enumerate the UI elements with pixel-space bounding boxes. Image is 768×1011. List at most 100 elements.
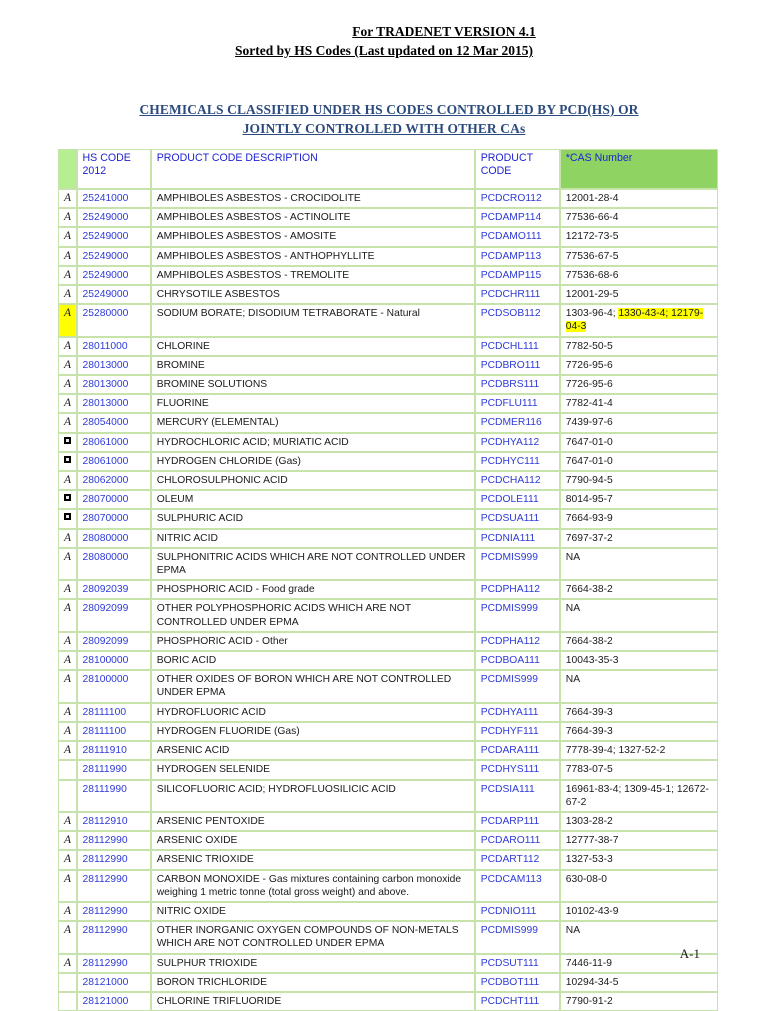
cell-cas-number: NA: [559, 599, 718, 632]
cell-description: OTHER POLYPHOSPHORIC ACIDS WHICH ARE NOT…: [150, 599, 475, 632]
cell-cas-number: 7790-94-5: [559, 471, 718, 491]
table-row: A 25249000 CHRYSOTILE ASBESTOS PCDCHR111 120…: [58, 285, 718, 305]
cell-cas-number: 1327-53-3: [559, 850, 718, 870]
cell-product-code: PCDAMO111: [474, 227, 560, 247]
cell-cas-number: 7664-39-3: [559, 702, 718, 722]
cell-description: SODIUM BORATE; DISODIUM TETRABORATE - Na…: [150, 304, 475, 337]
row-marker: A: [58, 471, 77, 491]
cell-product-code: PCDBRS111: [474, 375, 560, 395]
table-row: 28121000 CHLORINE TRIFLUORIDE PCDCHT111 779…: [58, 991, 718, 1011]
row-marker: A: [58, 869, 77, 902]
cell-description: MERCURY (ELEMENTAL): [150, 413, 475, 433]
row-marker: A: [58, 831, 77, 851]
row-marker: A: [58, 811, 77, 832]
cell-product-code: PCDHYA111: [474, 702, 560, 722]
cell-hs-code: 28111910: [76, 741, 151, 761]
header-line-1-text: For TRADENET VERSION 4.1: [352, 24, 536, 39]
row-marker: A: [58, 651, 77, 671]
cell-cas-number: 7726-95-6: [559, 355, 718, 376]
page-footer: A-1: [0, 946, 700, 962]
cell-hs-code: 25280000: [76, 304, 151, 337]
table-row: A 28080000 NITRIC ACID PCDNIA111 7697-37-2: [58, 528, 718, 548]
cell-hs-code: 28112990: [76, 850, 151, 870]
table-row: A 25280000 SODIUM BORATE; DISODIUM TETRABO…: [58, 304, 718, 337]
row-marker: A: [58, 741, 77, 761]
row-marker: [58, 991, 77, 1011]
cell-description: SILICOFLUORIC ACID; HYDROFLUOSILICIC ACI…: [150, 779, 475, 812]
column-header-hs-code-line2: 2012: [82, 165, 107, 178]
page-title: CHEMICALS CLASSIFIED UNDER HS CODES CONT…: [0, 100, 768, 138]
cell-product-code: PCDNIA111: [474, 528, 560, 548]
cell-hs-code: 25249000: [76, 265, 151, 286]
table-row: 28111990 SILICOFLUORIC ACID; HYDROFLUOSIL…: [58, 779, 718, 812]
cell-cas-number: 7647-01-0: [559, 432, 718, 452]
row-marker: [58, 451, 77, 472]
cell-product-code: PCDPHA112: [474, 631, 560, 652]
header-line-2: Sorted by HS Codes (Last updated on 12 M…: [0, 41, 768, 60]
chemicals-table-container: HS CODE 2012 PRODUCT CODE DESCRIPTION PRO…: [58, 149, 718, 1011]
cell-description: NITRIC OXIDE: [150, 901, 475, 922]
cell-product-code: PCDPHA112: [474, 580, 560, 600]
cell-cas-number: 12001-28-4: [559, 189, 718, 209]
cell-product-code: PCDSOB112: [474, 304, 560, 337]
table-row: A 28112910 ARSENIC PENTOXIDE PCDARP111 1303-…: [58, 811, 718, 832]
cell-product-code: PCDARO111: [474, 831, 560, 851]
cell-description: AMPHIBOLES ASBESTOS - AMOSITE: [150, 227, 475, 247]
cell-hs-code: 25249000: [76, 246, 151, 266]
cell-description: HYDROGEN CHLORIDE (Gas): [150, 451, 475, 472]
cell-description: OTHER OXIDES OF BORON WHICH ARE NOT CONT…: [150, 670, 475, 703]
page-title-line-1-text: CHEMICALS CLASSIFIED UNDER HS CODES CONT…: [139, 102, 639, 117]
cell-product-code: PCDNIO111: [474, 901, 560, 922]
cell-description: HYDROFLUORIC ACID: [150, 702, 475, 722]
row-marker: A: [58, 336, 77, 356]
table-row: 28121000 BORON TRICHLORIDE PCDBOT111 10294-…: [58, 972, 718, 992]
table-header: HS CODE 2012 PRODUCT CODE DESCRIPTION PRO…: [58, 149, 718, 189]
cell-hs-code: 28111100: [76, 702, 151, 722]
cell-description: PHOSPHORIC ACID - Other: [150, 631, 475, 652]
cell-cas-number: 8014-95-7: [559, 490, 718, 510]
row-marker: [58, 509, 77, 529]
table-row: A 25249000 AMPHIBOLES ASBESTOS - TREMOLITE…: [58, 265, 718, 286]
column-header-product-code-line2: CODE: [480, 165, 512, 178]
cell-hs-code: 28080000: [76, 528, 151, 548]
table-row: A 25249000 AMPHIBOLES ASBESTOS - ACTINOLIT…: [58, 208, 718, 228]
row-marker: A: [58, 375, 77, 395]
cell-description: HYDROCHLORIC ACID; MURIATIC ACID: [150, 432, 475, 452]
cell-cas-number: 10043-35-3: [559, 651, 718, 671]
cell-cas-number: 630-08-0: [559, 869, 718, 902]
row-marker: [58, 779, 77, 812]
cell-product-code: PCDART112: [474, 850, 560, 870]
cell-hs-code: 28111100: [76, 721, 151, 742]
cell-description: AMPHIBOLES ASBESTOS - TREMOLITE: [150, 265, 475, 286]
column-header-description: PRODUCT CODE DESCRIPTION: [150, 149, 475, 189]
filled-square-icon: [64, 436, 71, 444]
table-row: A 25249000 AMPHIBOLES ASBESTOS - ANTHOPHYL…: [58, 246, 718, 266]
column-header-cas-number: *CAS Number: [559, 149, 718, 189]
cell-cas-number: 12777-38-7: [559, 831, 718, 851]
cell-product-code: PCDCHL111: [474, 336, 560, 356]
cell-description: OLEUM: [150, 490, 475, 510]
cell-hs-code: 28070000: [76, 490, 151, 510]
cell-description: SULPHONITRIC ACIDS WHICH ARE NOT CONTROL…: [150, 547, 475, 581]
chemicals-table: HS CODE 2012 PRODUCT CODE DESCRIPTION PRO…: [58, 149, 718, 1011]
cell-product-code: PCDHYA112: [474, 432, 560, 452]
cell-hs-code: 28100000: [76, 670, 151, 703]
cell-product-code: PCDHYS111: [474, 760, 560, 780]
cell-product-code: PCDHYF111: [474, 721, 560, 742]
table-row: A 28111100 HYDROFLUORIC ACID PCDHYA111 7664-…: [58, 702, 718, 722]
cell-cas-number: 7664-38-2: [559, 580, 718, 600]
row-marker: A: [58, 631, 77, 652]
table-body: A 25241000 AMPHIBOLES ASBESTOS - CROCIDOLI…: [58, 189, 718, 1011]
table-row: A 28054000 MERCURY (ELEMENTAL) PCDMER116 743…: [58, 413, 718, 433]
cell-hs-code: 28112990: [76, 901, 151, 922]
row-marker: A: [58, 355, 77, 376]
cell-cas-number: 16961-83-4; 1309-45-1; 12672-67-2: [559, 779, 718, 812]
cell-cas-number: 7664-39-3: [559, 721, 718, 742]
cell-description: CHLOROSULPHONIC ACID: [150, 471, 475, 491]
header-line-1: For TRADENET VERSION 4.1: [0, 22, 768, 41]
row-marker: A: [58, 670, 77, 703]
cell-description: AMPHIBOLES ASBESTOS - CROCIDOLITE: [150, 189, 475, 209]
cell-cas-number: 1303-96-4; 1330-43-4; 12179-04-3: [559, 304, 718, 337]
cell-description: BORIC ACID: [150, 651, 475, 671]
cell-hs-code: 28070000: [76, 509, 151, 529]
